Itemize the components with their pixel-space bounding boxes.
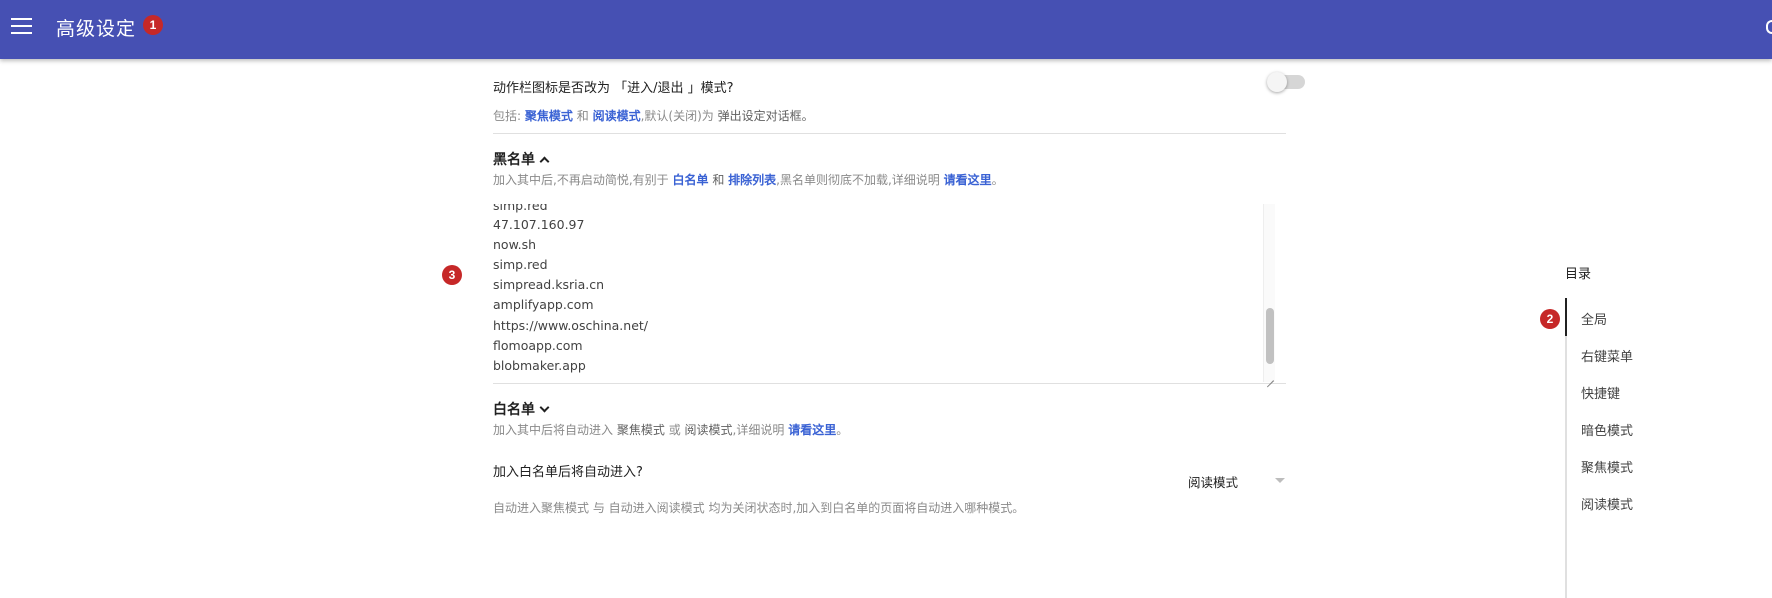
blacklist-entry: simp.red <box>493 204 548 213</box>
auto-enter-desc: 自动进入聚焦模式 与 自动进入阅读模式 均为关闭状态时,加入到白名单的页面将自动… <box>493 501 1025 515</box>
toc-rail <box>1565 298 1567 598</box>
blacklist-entry: blobmaker.app <box>493 358 586 373</box>
select-value: 阅读模式 <box>1188 475 1239 490</box>
textarea-scrollbar[interactable] <box>1263 204 1275 382</box>
settings-panel: 动作栏图标是否改为 「进入/退出 」模式? 包括: 聚焦模式 和 阅读模式,默认… <box>482 59 1306 515</box>
chevron-up-icon <box>539 156 550 167</box>
dropdown-caret-icon <box>1275 478 1285 483</box>
blacklist-entry: amplifyapp.com <box>493 297 594 312</box>
exclusion-list-link[interactable]: 排除列表 <box>728 173 776 187</box>
app-bar: 高级设定 1 <box>0 0 1772 59</box>
divider <box>493 133 1286 134</box>
read-mode-link[interactable]: 阅读模式 <box>593 109 641 123</box>
auto-enter-mode-select[interactable]: 阅读模式 <box>1188 471 1288 491</box>
toc-item-dark-mode[interactable]: 暗色模式 <box>1581 420 1633 439</box>
blacklist-title: 黑名单 <box>493 152 535 168</box>
whitelist-title: 白名单 <box>493 402 535 418</box>
chevron-down-icon <box>539 402 550 413</box>
toc-item-read-mode[interactable]: 阅读模式 <box>1581 494 1633 513</box>
whitelist-desc: 加入其中后将自动进入 聚焦模式 或 阅读模式,详细说明 请看这里。 <box>493 423 849 437</box>
toc-active-indicator <box>1565 298 1567 336</box>
blacklist-entry: simpread.ksria.cn <box>493 277 605 292</box>
toggle-knob <box>1267 72 1287 92</box>
auto-enter-title: 加入白名单后将自动进入? <box>493 465 643 480</box>
action-bar-mode-title: 动作栏图标是否改为 「进入/退出 」模式? <box>493 81 734 96</box>
blacklist-entry: now.sh <box>493 237 537 252</box>
scrollbar-thumb[interactable] <box>1266 308 1274 364</box>
appbar-edge-icon[interactable] <box>1766 20 1772 34</box>
menu-icon[interactable] <box>11 18 32 34</box>
blacklist-textarea[interactable]: simp.red 47.107.160.97 now.sh simp.red s… <box>493 204 1286 384</box>
page-title: 高级设定 <box>56 18 137 40</box>
blacklist-entry: flomoapp.com <box>493 338 583 353</box>
blacklist-desc: 加入其中后,不再启动简悦,有别于 白名单 和 排除列表,黑名单则彻底不加载,详细… <box>493 173 1004 187</box>
whitelist-header[interactable]: 白名单 <box>493 399 1286 419</box>
whitelist-help-link[interactable]: 请看这里 <box>788 423 836 437</box>
toc-title: 目录 <box>1565 267 1592 282</box>
toc-item-focus-mode[interactable]: 聚焦模式 <box>1581 457 1633 476</box>
blacklist-entry: https://www.oschina.net/ <box>493 318 649 333</box>
toc-item-context-menu[interactable]: 右键菜单 <box>1581 346 1633 365</box>
action-bar-mode-toggle[interactable] <box>1267 72 1305 92</box>
action-bar-mode-desc: 包括: 聚焦模式 和 阅读模式,默认(关闭)为 弹出设定对话框。 <box>493 109 814 123</box>
blacklist-header[interactable]: 黑名单 <box>493 149 1286 169</box>
annotation-badge-3: 3 <box>442 265 462 285</box>
focus-mode-link[interactable]: 聚焦模式 <box>525 109 573 123</box>
toc-item-global[interactable]: 全局 <box>1581 309 1607 328</box>
resize-grip-icon[interactable] <box>1263 371 1275 388</box>
annotation-badge-2: 2 <box>1540 309 1560 329</box>
blacklist-help-link[interactable]: 请看这里 <box>944 173 992 187</box>
blacklist-entry: simp.red <box>493 257 548 272</box>
blacklist-entry: 47.107.160.97 <box>493 217 585 232</box>
whitelist-link[interactable]: 白名单 <box>672 173 708 187</box>
annotation-badge-1: 1 <box>143 15 163 35</box>
toc-item-shortcuts[interactable]: 快捷键 <box>1581 383 1620 402</box>
